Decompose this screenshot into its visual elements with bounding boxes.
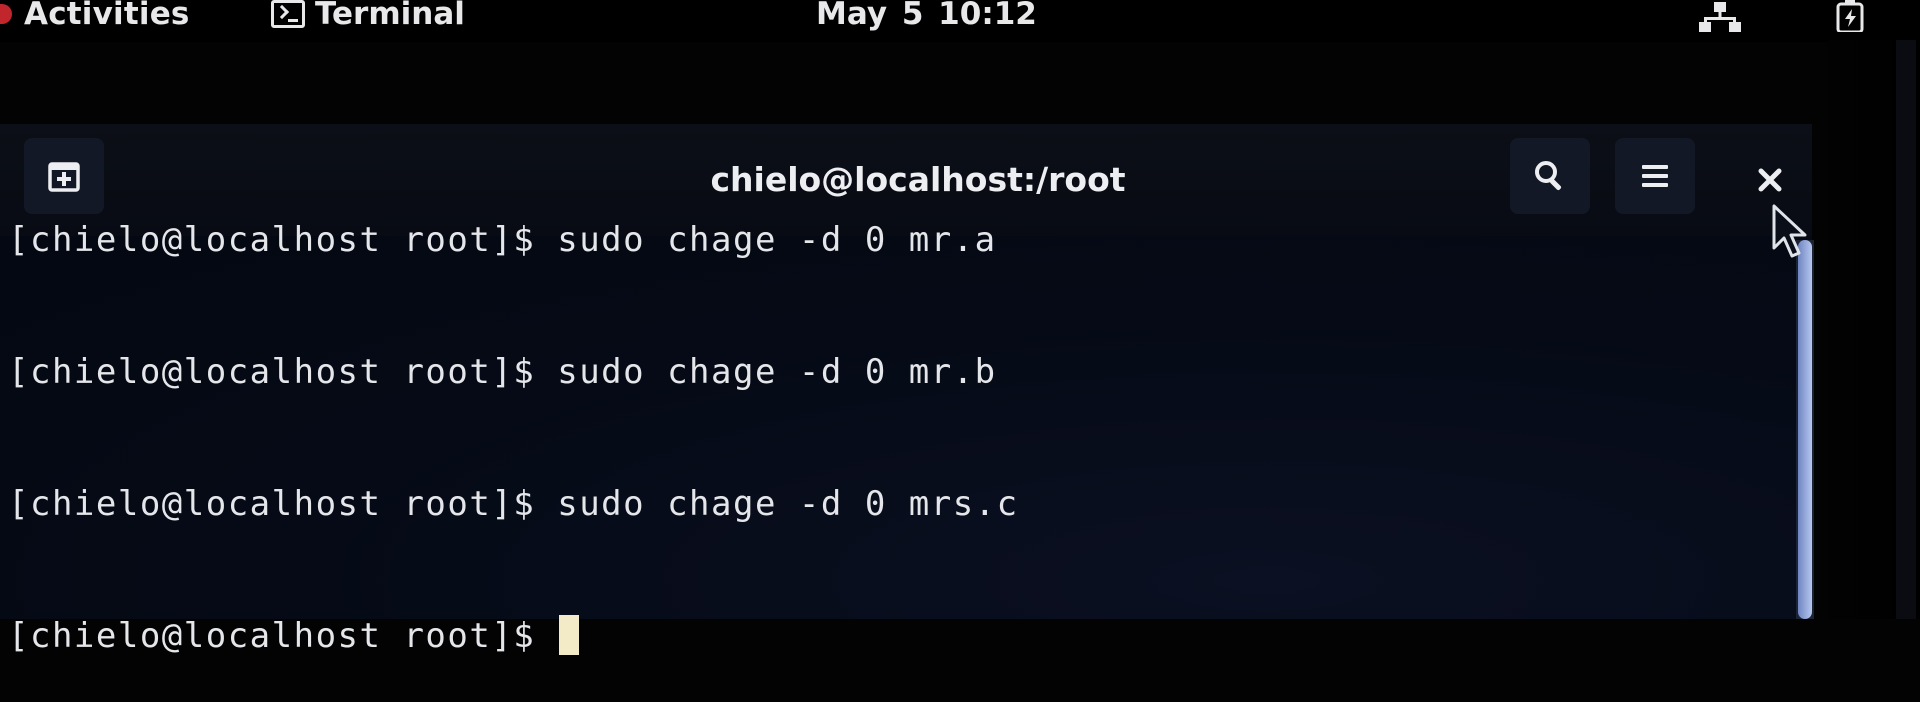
terminal-line: [chielo@localhost root]$ sudo chage -d 0… <box>8 220 997 260</box>
mouse-pointer-icon <box>1772 204 1807 258</box>
scrollbar[interactable] <box>1796 240 1814 619</box>
activities-label: Activities <box>24 0 190 32</box>
terminal-output: [chielo@localhost root]$ sudo chage -d 0… <box>8 130 1019 702</box>
search-icon <box>1535 161 1562 191</box>
app-menu-label: Terminal <box>315 0 465 32</box>
activities-indicator-icon <box>0 4 12 24</box>
search-button[interactable] <box>1510 138 1590 214</box>
screen-edge <box>1896 40 1916 619</box>
terminal-prompt-line[interactable]: [chielo@localhost root]$ <box>8 614 1019 658</box>
app-menu-button[interactable]: Terminal <box>271 0 465 32</box>
hamburger-menu-icon <box>1642 165 1668 187</box>
network-icon[interactable] <box>1698 0 1742 32</box>
scrollbar-thumb[interactable] <box>1798 240 1812 619</box>
text-cursor <box>559 615 580 655</box>
close-icon <box>1758 168 1782 192</box>
terminal-line: [chielo@localhost root]$ sudo chage -d 0… <box>8 484 1019 524</box>
terminal-line: [chielo@localhost root]$ sudo chage -d 0… <box>8 352 997 392</box>
menu-button[interactable] <box>1615 138 1695 214</box>
terminal-app-icon <box>271 0 305 28</box>
activities-button[interactable]: Activities <box>0 0 190 32</box>
terminal-prompt: [chielo@localhost root]$ <box>8 616 558 656</box>
clock[interactable]: May 5 10:12 <box>816 0 1037 32</box>
close-button[interactable] <box>1750 160 1790 200</box>
top-bar: Activities Terminal May 5 10:12 <box>0 0 1920 42</box>
power-icon[interactable] <box>1836 0 1864 32</box>
